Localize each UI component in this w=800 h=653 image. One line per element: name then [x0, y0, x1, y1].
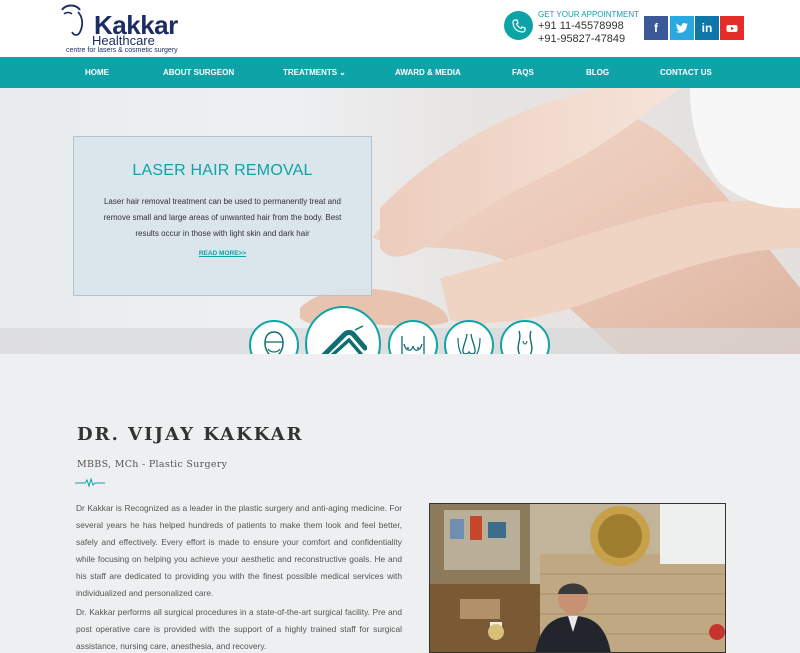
phone-number-2[interactable]: +91-95827-47849: [538, 33, 639, 46]
doctor-bio-paragraph-2: Dr. Kakkar performs all surgical procedu…: [76, 607, 402, 651]
site-header: Kakkar Healthcare centre for lasers & co…: [0, 0, 800, 57]
twitter-icon[interactable]: [670, 16, 694, 40]
nav-award-media[interactable]: AWARD & MEDIA: [395, 57, 461, 88]
nav-contact-us[interactable]: CONTACT US: [660, 57, 712, 88]
hero-title: LASER HAIR REMOVAL: [132, 162, 313, 179]
chevron-down-icon: ⌄: [339, 68, 346, 77]
logo-subtitle: Healthcare: [92, 33, 155, 48]
doctor-bio-paragraph-1: Dr Kakkar is Recognized as a leader in t…: [76, 503, 402, 598]
main-nav: HOME ABOUT SURGEON TREATMENTS ⌄ AWARD & M…: [0, 57, 800, 88]
doctor-name: DR. VIJAY KAKKAR: [77, 424, 304, 445]
appointment-block: GET YOUR APPOINTMENT +91 11-45578998 +91…: [538, 10, 639, 46]
hero-card: LASER HAIR REMOVAL Laser hair removal tr…: [73, 136, 372, 296]
heartbeat-divider-icon: [75, 478, 105, 488]
nav-treatments[interactable]: TREATMENTS ⌄: [283, 57, 346, 88]
logo-tagline: centre for lasers & cosmetic surgery: [66, 47, 178, 54]
nav-about-surgeon[interactable]: ABOUT SURGEON: [163, 57, 234, 88]
doctor-photo: [429, 503, 726, 653]
read-more-link[interactable]: READ MORE>>: [199, 250, 246, 257]
nav-faqs[interactable]: FAQS: [512, 57, 534, 88]
hero-description: Laser hair removal treatment can be used…: [103, 197, 342, 238]
phone-number-1[interactable]: +91 11-45578998: [538, 20, 639, 33]
appointment-title: GET YOUR APPOINTMENT: [538, 10, 640, 19]
nav-treatments-label: TREATMENTS: [283, 68, 338, 77]
youtube-icon[interactable]: [720, 16, 744, 40]
nav-home[interactable]: HOME: [85, 57, 109, 88]
nav-blog[interactable]: BLOG: [586, 57, 609, 88]
logo-face-icon: [61, 4, 84, 36]
linkedin-icon[interactable]: in: [695, 16, 719, 40]
phone-icon: [504, 11, 533, 40]
facebook-icon[interactable]: f: [644, 16, 668, 40]
logo[interactable]: Kakkar Healthcare centre for lasers & co…: [56, 2, 186, 56]
doctor-degree: MBBS, MCh - Plastic Surgery: [77, 459, 228, 470]
hero-banner: LASER HAIR REMOVAL Laser hair removal tr…: [0, 88, 800, 354]
about-doctor-section: DR. VIJAY KAKKAR MBBS, MCh - Plastic Sur…: [0, 354, 800, 653]
